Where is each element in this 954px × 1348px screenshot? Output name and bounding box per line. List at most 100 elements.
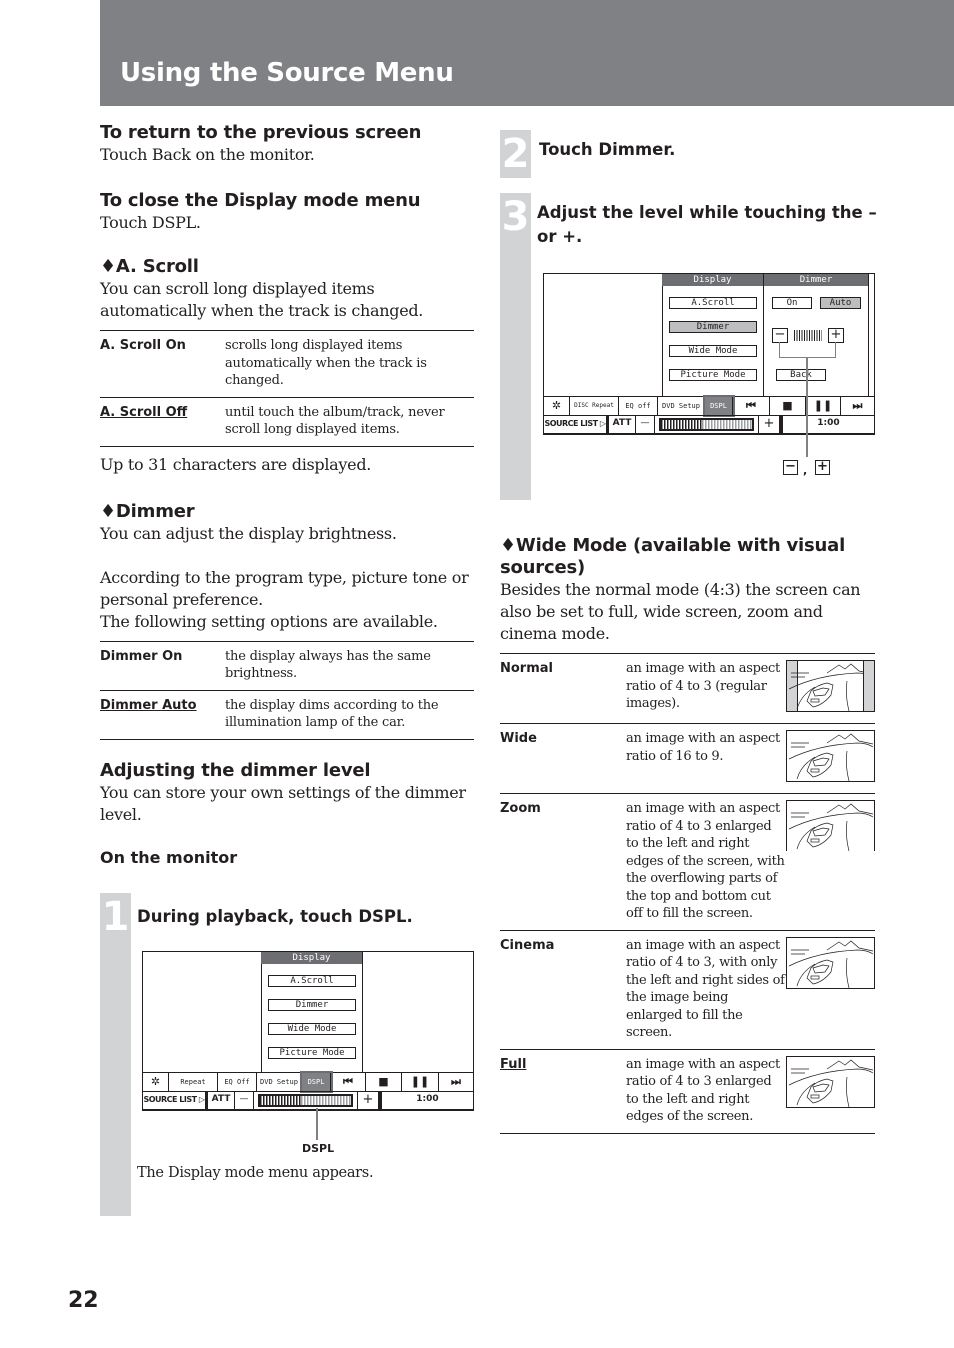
wide-mode-heading: ♦Wide Mode (available with visual source…	[500, 535, 846, 578]
adjusting-heading: Adjusting the dimmer level	[100, 759, 371, 781]
step-1-number: 1	[100, 893, 131, 1216]
previous-track-icon[interactable]: ⏮	[733, 397, 770, 415]
thumbnail-cell	[786, 793, 875, 931]
next-track-icon[interactable]: ⏭	[439, 1073, 473, 1091]
volume-down-button[interactable]: —	[636, 416, 655, 433]
pause-icon[interactable]: ❚❚	[806, 397, 841, 415]
step-2-number: 2	[500, 130, 531, 178]
wide-mode-options-table: Normal an image with an aspect ratio of 4…	[500, 653, 875, 1134]
step-1-title: During playback, touch DSPL.	[137, 907, 413, 926]
dimmer-button-selected[interactable]: Dimmer	[669, 321, 757, 333]
picture-mode-button[interactable]: Picture Mode	[268, 1047, 356, 1059]
dimmer-intro-2: According to the program type, picture t…	[100, 567, 469, 609]
thumbnail-cell	[786, 653, 875, 724]
monitor-subheading: On the monitor	[100, 847, 238, 867]
att-button[interactable]: ATT	[607, 416, 636, 433]
settings-icon[interactable]: ✲	[544, 397, 570, 415]
option-key-default: A. Scroll Off	[100, 397, 225, 447]
dimmer-intro: You can adjust the display brightness.	[100, 523, 397, 543]
table-row: Full an image with an aspect ratio of 4 t…	[500, 1049, 875, 1134]
a-scroll-button[interactable]: A.Scroll	[669, 297, 757, 309]
stop-icon[interactable]: ■	[366, 1073, 402, 1091]
thumbnail-cell	[786, 723, 875, 794]
dimmer-panel-title: Dimmer	[764, 274, 868, 286]
volume-up-button[interactable]: +	[357, 1092, 379, 1109]
dspl-button[interactable]: DSPL	[703, 395, 735, 417]
table-row: A. Scroll Off until touch the album/trac…	[100, 397, 474, 447]
normal-mode-illustration	[786, 660, 875, 712]
step-1-caption: The Display mode menu appears.	[137, 1165, 374, 1181]
thumbnail-cell	[786, 930, 875, 1050]
picture-mode-button[interactable]: Picture Mode	[669, 369, 757, 381]
next-track-icon[interactable]: ⏭	[841, 397, 874, 415]
att-button[interactable]: ATT	[206, 1092, 235, 1109]
return-heading: To return to the previous screen	[100, 122, 422, 143]
option-value: an image with an aspect ratio of 4 to 3 …	[626, 1049, 786, 1134]
dimmer-auto-button[interactable]: Auto	[820, 297, 861, 309]
step-3-number: 3	[500, 193, 531, 500]
option-value: the display dims according to the illumi…	[225, 690, 474, 740]
option-value: the display always has the same brightne…	[225, 641, 474, 691]
step-3-title: Adjust the level while touching the – or…	[537, 203, 877, 246]
option-key: Dimmer On	[100, 641, 225, 691]
adjusting-text: You can store your own settings of the d…	[100, 782, 466, 824]
option-key: Wide	[500, 723, 626, 794]
plus-minus-callout-line	[806, 357, 808, 457]
volume-bar[interactable]	[659, 418, 754, 431]
dspl-callout-line	[316, 1108, 318, 1140]
ascroll-intro: You can scroll long displayed items auto…	[100, 279, 424, 320]
volume-down-button[interactable]: —	[235, 1092, 254, 1109]
volume-up-button[interactable]: +	[758, 416, 780, 433]
repeat-button[interactable]: Repeat	[169, 1073, 218, 1091]
page-number: 22	[68, 1288, 99, 1313]
table-row: Wide an image with an aspect ratio of 16 …	[500, 723, 875, 794]
option-value: an image with an aspect ratio of 4 to 3 …	[626, 653, 786, 724]
dimmer-minus-button[interactable]: −	[772, 328, 788, 343]
wide-mode-button[interactable]: Wide Mode	[268, 1023, 356, 1035]
dimmer-on-button[interactable]: On	[772, 297, 812, 309]
table-row: Normal an image with an aspect ratio of 4…	[500, 653, 875, 724]
ascroll-options-table: A. Scroll On scrolls long displayed item…	[100, 330, 474, 447]
volume-bar-remaining	[701, 420, 752, 429]
previous-track-icon[interactable]: ⏮	[331, 1073, 366, 1091]
dspl-button[interactable]: DSPL	[300, 1071, 333, 1093]
zoom-mode-illustration	[786, 800, 875, 851]
option-key: Cinema	[500, 930, 626, 1050]
dimmer-options-table: Dimmer On the display always has the sam…	[100, 640, 474, 740]
disc-repeat-button[interactable]: DISC Repeat	[570, 397, 619, 415]
eq-button[interactable]: EQ off	[619, 397, 658, 415]
time-display: 1:00	[379, 1092, 473, 1109]
dvd-setup-button[interactable]: DVD Setup	[257, 1073, 302, 1091]
dvd-setup-button[interactable]: DVD Setup	[658, 397, 705, 415]
wide-mode-section: ♦Wide Mode (available with visual source…	[500, 535, 875, 1134]
stop-icon[interactable]: ■	[770, 397, 806, 415]
eq-button[interactable]: EQ Off	[218, 1073, 257, 1091]
ascroll-heading: ♦A. Scroll	[100, 256, 199, 277]
source-list-button[interactable]: SOURCE LIST ▷	[143, 1092, 206, 1109]
back-button[interactable]: Back	[776, 369, 826, 381]
page-header: Using the Source Menu	[100, 0, 954, 106]
wide-mode-button[interactable]: Wide Mode	[669, 345, 757, 357]
table-row: Zoom an image with an aspect ratio of 4 t…	[500, 793, 875, 931]
time-display: 1:00	[780, 416, 874, 433]
a-scroll-button[interactable]: A.Scroll	[268, 975, 356, 987]
dimmer-intro-3: The following setting options are availa…	[100, 611, 438, 631]
dimmer-button[interactable]: Dimmer	[268, 999, 356, 1011]
volume-bar[interactable]	[258, 1094, 353, 1107]
settings-icon[interactable]: ✲	[143, 1073, 169, 1091]
callout-separator: ,	[803, 464, 808, 477]
close-heading: To close the Display mode menu	[100, 190, 421, 211]
ascroll-note: Up to 31 characters are displayed.	[100, 454, 372, 474]
option-value: scrolls long displayed items automatical…	[225, 330, 474, 398]
dimmer-level-bar	[794, 330, 822, 341]
wide-mode-illustration	[786, 730, 875, 782]
step-2-title: Touch Dimmer.	[539, 140, 676, 159]
pause-icon[interactable]: ❚❚	[402, 1073, 439, 1091]
thumbnail-cell	[786, 1049, 875, 1134]
dimmer-plus-button[interactable]: +	[828, 328, 844, 343]
page-title: Using the Source Menu	[120, 58, 454, 88]
source-list-button[interactable]: SOURCE LIST ▷	[544, 416, 607, 433]
return-text: Touch Back on the monitor.	[100, 145, 315, 164]
display-panel-title: Display	[261, 952, 362, 964]
display-panel-title: Display	[662, 274, 763, 286]
